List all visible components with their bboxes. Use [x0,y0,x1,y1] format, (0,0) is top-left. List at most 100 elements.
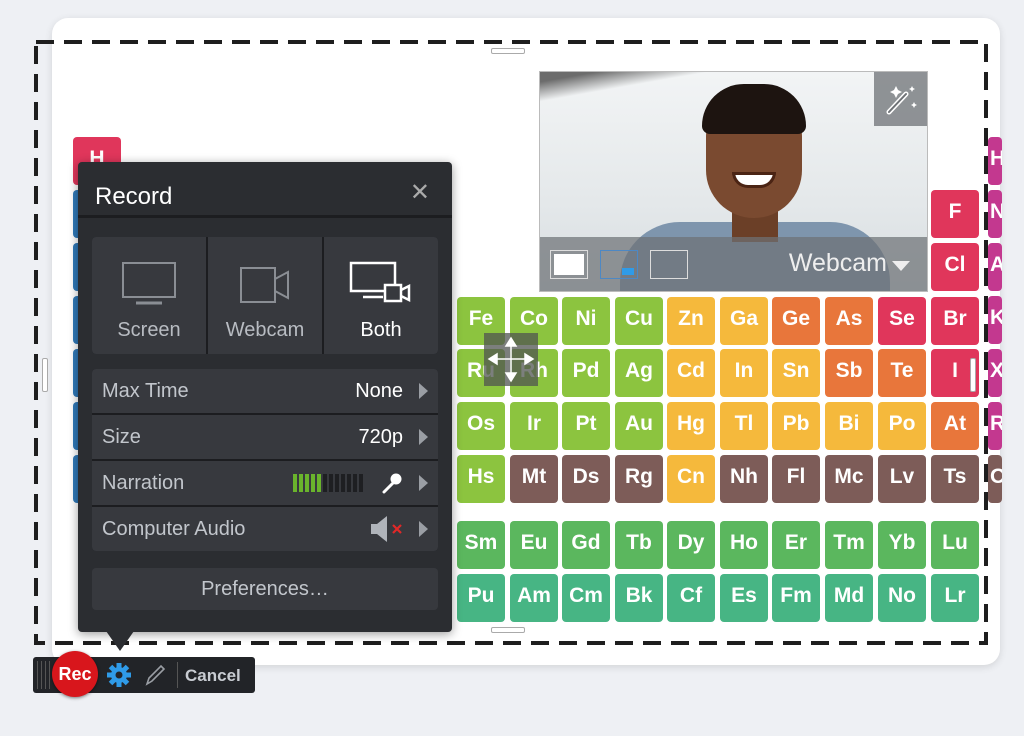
meter-bar [329,474,333,492]
element-symbol: Am [517,584,551,607]
move-handle[interactable] [484,333,538,386]
meter-bar [311,474,315,492]
element-tile-partial: R [988,402,1002,450]
element-symbol: Br [943,307,967,330]
element-tile-ga: Ga [720,297,768,345]
meter-bar [293,474,297,492]
webcam-preview[interactable]: Webcam [539,71,928,292]
element-tile-cn: Cn [667,455,715,503]
element-symbol: N [990,200,1002,223]
element-symbol: Md [833,584,865,607]
webcam-source-dropdown[interactable]: Webcam [789,249,887,278]
element-tile-gd: Gd [562,521,610,569]
element-tile-ge: Ge [772,297,820,345]
element-symbol: Sb [835,359,863,382]
element-symbol: Hs [467,465,495,488]
element-tile-pu: Pu [457,574,505,622]
element-symbol: Es [731,584,757,607]
monitor-icon [122,262,176,305]
element-tile-partial: H [988,137,1002,185]
preferences-button[interactable]: Preferences… [92,568,438,610]
mode-webcam-button[interactable]: Webcam [208,237,322,354]
element-tile-hs: Hs [457,455,505,503]
speaker-muted-icon [371,516,402,542]
element-symbol: Lv [889,465,915,488]
record-button[interactable]: Rec [52,651,98,697]
meter-bar [347,474,351,492]
cancel-button[interactable]: Cancel [185,666,241,686]
element-symbol: Tb [626,531,652,554]
element-symbol: Fe [468,307,494,330]
element-symbol: Co [520,307,548,330]
element-symbol: Lu [942,531,968,554]
element-symbol: A [990,253,1002,276]
element-tile-fm: Fm [772,574,820,622]
element-tile-nh: Nh [720,455,768,503]
element-symbol: No [888,584,916,607]
element-symbol: Ag [625,359,653,382]
layout-fullscreen-button[interactable] [550,250,588,279]
magic-wand-icon [886,86,917,115]
element-symbol: Cl [944,253,966,276]
element-tile-sn: Sn [772,349,820,397]
element-tile-ds: Ds [562,455,610,503]
element-symbol: As [835,307,863,330]
element-tile-partial: O [988,455,1002,503]
setting-narration[interactable]: Narration [92,461,438,505]
layout-pip-button[interactable] [600,250,638,279]
meter-bar [299,474,303,492]
element-tile-at: At [931,402,979,450]
element-tile-cl: Cl [931,243,979,291]
element-symbol: Os [466,412,495,435]
meter-bar [341,474,345,492]
microphone-icon [382,473,402,494]
element-tile-es: Es [720,574,768,622]
element-symbol: Cu [625,307,653,330]
setting-max-time[interactable]: Max Time None [92,369,438,413]
close-icon[interactable]: ✕ [410,178,430,207]
resize-handle-right[interactable] [970,358,976,392]
setting-computer-audio[interactable]: Computer Audio [92,507,438,551]
resize-handle-left[interactable] [42,358,48,392]
element-tile-po: Po [878,402,926,450]
element-tile-lu: Lu [931,521,979,569]
element-tile-md: Md [825,574,873,622]
element-tile-yb: Yb [878,521,926,569]
webcam-controls: Webcam [540,237,927,291]
layout-screen-only-button[interactable] [650,250,688,279]
element-tile-ag: Ag [615,349,663,397]
element-symbol: Ga [729,307,758,330]
element-symbol: Nh [730,465,758,488]
mode-screen-button[interactable]: Screen [92,237,206,354]
element-symbol: Mc [834,465,864,488]
element-symbol: Pb [782,412,810,435]
element-tile-partial: A [988,243,1002,291]
element-symbol: Gd [571,531,601,554]
element-tile-au: Au [615,402,663,450]
resize-handle-bottom[interactable] [491,627,525,633]
gear-icon[interactable] [106,662,132,688]
chevron-right-icon [419,383,428,399]
element-symbol: X [990,359,1002,382]
element-symbol: Pd [572,359,600,382]
mode-both-button[interactable]: Both [324,237,438,354]
element-tile-eu: Eu [510,521,558,569]
element-tile-cf: Cf [667,574,715,622]
element-symbol: Ge [781,307,810,330]
element-symbol: Cn [677,465,705,488]
audio-level-meter [293,474,363,492]
element-tile-pd: Pd [562,349,610,397]
setting-size[interactable]: Size 720p [92,415,438,459]
element-tile-fl: Fl [772,455,820,503]
element-symbol: Bk [625,584,653,607]
chevron-down-icon[interactable] [892,261,910,271]
magic-wand-button[interactable] [874,72,927,126]
resize-handle-top[interactable] [491,48,525,54]
element-symbol: F [948,200,962,223]
monitor-camera-icon [349,261,411,303]
element-tile-as: As [825,297,873,345]
pencil-icon[interactable] [142,662,168,688]
element-tile-ts: Ts [931,455,979,503]
drag-grip[interactable] [37,661,51,689]
chevron-right-icon [419,521,428,537]
